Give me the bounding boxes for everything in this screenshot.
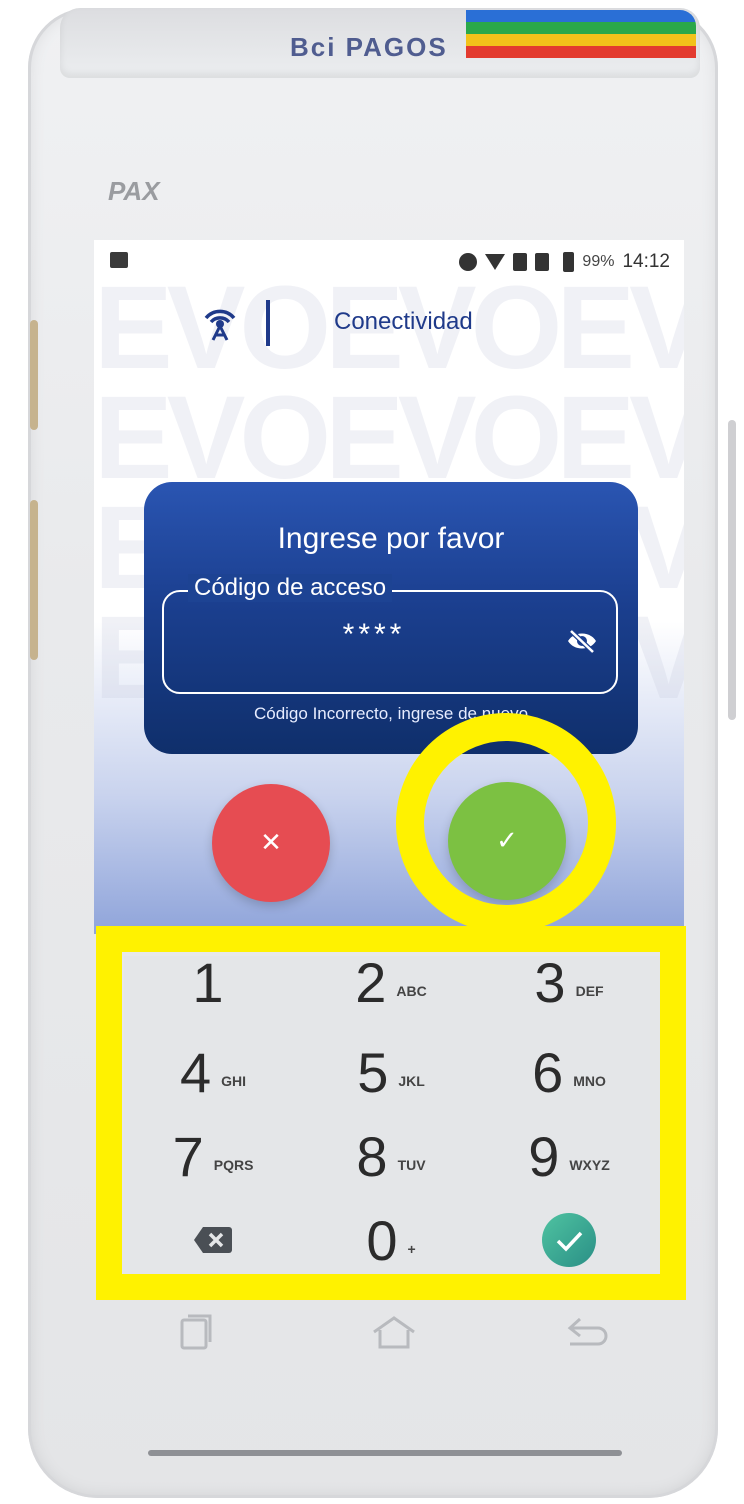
gallery-notification-icon [110,252,128,268]
clock: 14:12 [622,251,670,272]
header-divider [266,300,270,346]
sim1-icon [513,253,528,271]
cancel-button[interactable]: ✕ [212,784,330,902]
card-reader-slot [148,1450,622,1456]
access-code-value: **** [342,618,406,651]
side-button-left-lower [30,500,38,660]
device-brand-lettering: Bci PAGOS [290,32,448,62]
wifi-signal-icon [485,254,506,270]
access-code-dialog: Ingrese por favor Código de acceso **** … [144,482,638,754]
close-icon: ✕ [260,828,282,858]
do-not-disturb-icon [459,253,478,271]
error-message: Código Incorrecto, ingrese de nuevo [253,704,529,723]
access-code-label: Código de acceso [188,574,393,602]
brand-stripes [466,10,696,60]
sim2-icon [535,253,550,271]
confirm-button-highlight [396,713,616,933]
side-button-left-upper [30,320,38,430]
wifi-antenna-icon [204,309,236,341]
battery-icon [563,252,575,272]
side-button-right [728,420,736,720]
pax-logo: PAX [108,176,160,206]
back-icon[interactable] [564,1314,610,1350]
home-icon[interactable] [370,1314,418,1350]
dialog-title: Ingrese por favor [277,522,505,555]
battery-percent: 99% [582,253,615,270]
header: Conectividad [94,296,684,356]
keypad-highlight [96,926,686,1300]
header-title: Conectividad [334,308,473,335]
visibility-off-icon[interactable] [566,628,598,654]
status-bar: 99% 14:12 [94,240,684,284]
navigation-bar [160,1310,620,1354]
access-code-field[interactable]: Código de acceso **** [162,574,618,694]
recent-apps-icon[interactable] [178,1312,214,1352]
